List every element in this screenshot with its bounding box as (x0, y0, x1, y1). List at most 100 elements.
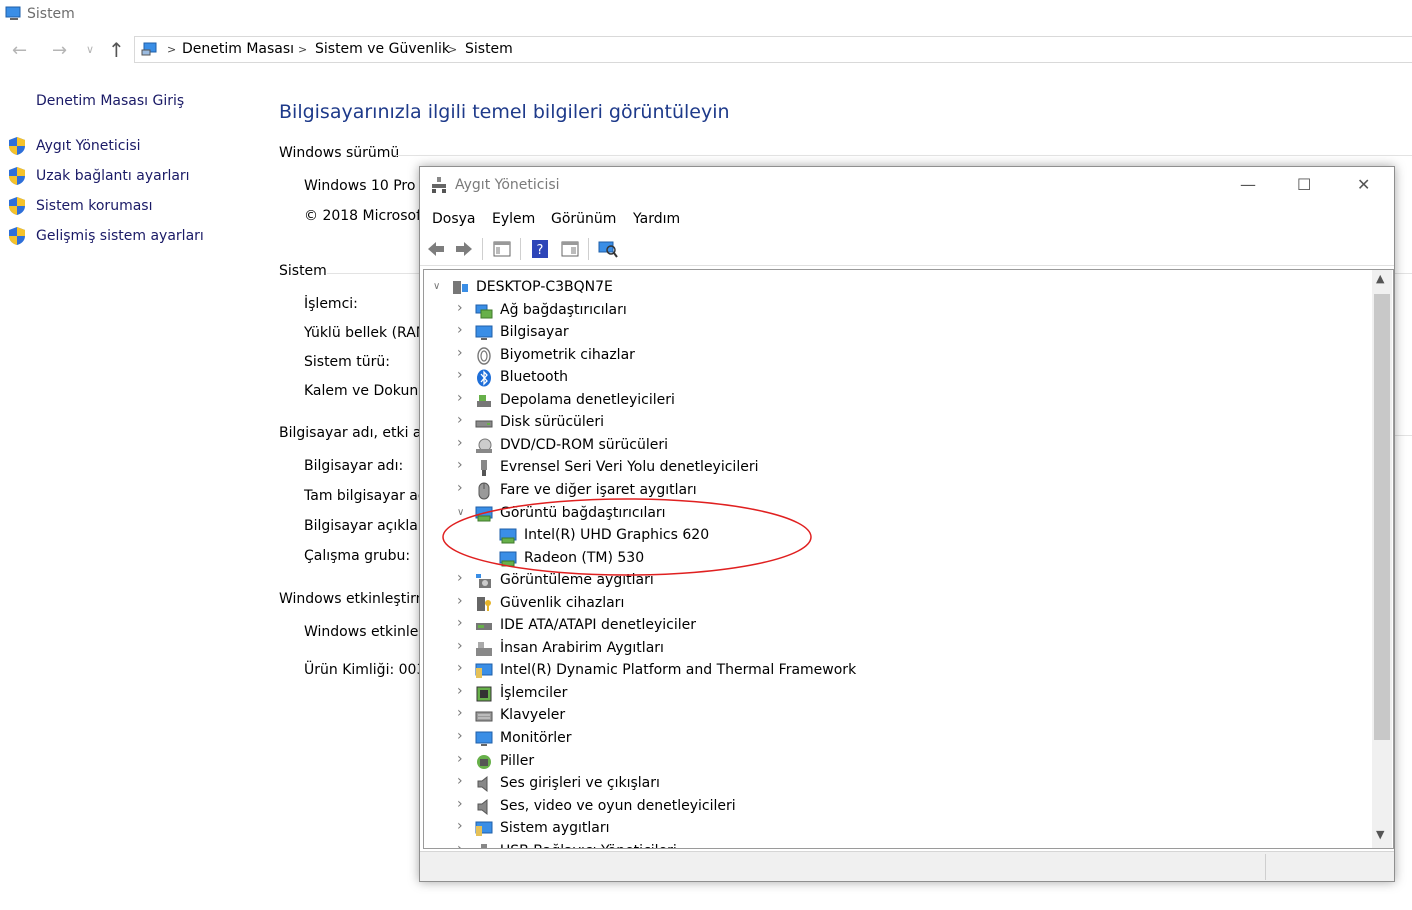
breadcrumb-system[interactable]: Sistem (465, 41, 513, 57)
tree-node-label: Ses girişleri ve çıkışları (500, 775, 660, 792)
close-icon[interactable]: ✕ (1357, 175, 1370, 194)
tree-category-node[interactable]: › Monitörler (424, 728, 1364, 750)
installed-ram-label: Yüklü bellek (RAM (304, 325, 428, 341)
scrollbar-thumb[interactable] (1374, 294, 1390, 740)
tree-root-node[interactable]: ∨ DESKTOP-C3BQN7E (424, 277, 1364, 299)
tree-node-label: Evrensel Seri Veri Yolu denetleyicileri (500, 459, 759, 476)
view-panel-icon[interactable] (560, 239, 580, 259)
expand-chevron-icon[interactable]: › (457, 300, 463, 316)
vertical-scrollbar[interactable]: ▲ ▼ (1372, 270, 1392, 848)
tree-node-label: Fare ve diğer işaret aygıtları (500, 481, 697, 498)
processor-icon (476, 686, 492, 702)
expand-chevron-icon[interactable]: › (457, 457, 463, 473)
expand-chevron-icon[interactable]: › (457, 818, 463, 834)
tree-category-node[interactable]: › Biyometrik cihazlar (424, 345, 1364, 367)
control-panel-home-link[interactable]: Denetim Masası Giriş (36, 93, 184, 109)
tree-category-node[interactable]: › Bilgisayar (424, 322, 1364, 344)
tree-category-node[interactable]: › Depolama denetleyicileri (424, 390, 1364, 412)
expand-chevron-icon[interactable]: › (457, 751, 463, 767)
expand-chevron-icon[interactable]: › (457, 615, 463, 631)
tree-category-node[interactable]: › Klavyeler (424, 705, 1364, 727)
forward-arrow-icon[interactable]: → (52, 40, 67, 61)
expand-chevron-icon[interactable]: › (457, 728, 463, 744)
expand-chevron-icon[interactable]: › (457, 412, 463, 428)
tree-category-node[interactable]: › Ses girişleri ve çıkışları (424, 773, 1364, 795)
tree-category-node[interactable]: › Sistem aygıtları (424, 818, 1364, 840)
svg-text:?: ? (537, 243, 544, 258)
expand-chevron-icon[interactable]: › (457, 593, 463, 609)
tree-category-node[interactable]: › İnsan Arabirim Aygıtları (424, 638, 1364, 660)
help-icon[interactable]: ? (530, 239, 550, 259)
expand-chevron-icon[interactable]: › (457, 773, 463, 789)
menu-file[interactable]: Dosya (432, 211, 476, 227)
expand-chevron-icon[interactable]: › (457, 435, 463, 451)
window-title: Sistem (27, 6, 75, 22)
recent-locations-chevron-icon[interactable]: ∨ (86, 43, 94, 56)
tree-category-node[interactable]: › Disk sürücüleri (424, 412, 1364, 434)
address-bar[interactable]: > Denetim Masası > Sistem ve Güvenlik > … (134, 36, 1412, 63)
copyright-text: © 2018 Microsoft (304, 208, 427, 224)
back-arrow-icon[interactable]: ← (12, 40, 27, 61)
breadcrumb-system-security[interactable]: Sistem ve Güvenlik (315, 41, 450, 57)
advanced-system-settings-link[interactable]: Gelişmiş sistem ayarları (36, 228, 204, 244)
tree-category-node[interactable]: › Intel(R) Dynamic Platform and Thermal F… (424, 660, 1364, 682)
device-manager-link[interactable]: Aygıt Yöneticisi (36, 138, 141, 154)
disk-icon (475, 420, 493, 428)
remote-settings-link[interactable]: Uzak bağlantı ayarları (36, 168, 190, 184)
uac-shield-icon (9, 197, 25, 215)
folder-monitor-icon (475, 821, 493, 837)
expand-chevron-icon[interactable]: › (457, 683, 463, 699)
expand-chevron-icon[interactable]: › (457, 390, 463, 406)
tree-node-label: DESKTOP-C3BQN7E (476, 279, 613, 295)
up-arrow-icon[interactable]: ↑ (108, 38, 125, 62)
expand-chevron-icon[interactable]: › (457, 796, 463, 812)
expand-chevron-icon[interactable]: › (457, 322, 463, 338)
breadcrumb-separator-icon: > (167, 43, 177, 56)
system-type-label: Sistem türü: (304, 354, 390, 370)
tree-category-node[interactable]: › Ses, video ve oyun denetleyicileri (424, 796, 1364, 818)
tree-category-node[interactable]: › Ağ bağdaştırıcıları (424, 300, 1364, 322)
tree-node-label: Intel(R) Dynamic Platform and Thermal Fr… (500, 662, 857, 679)
breadcrumb-separator-icon: > (298, 43, 308, 56)
scroll-down-icon[interactable]: ▼ (1376, 828, 1384, 841)
highlight-ellipse (442, 498, 812, 576)
tree-node-label: Depolama denetleyicileri (500, 391, 675, 408)
toolbar-separator (588, 238, 589, 260)
maximize-icon[interactable]: ☐ (1297, 175, 1311, 194)
system-protection-link[interactable]: Sistem koruması (36, 198, 152, 214)
expand-chevron-icon[interactable]: › (457, 705, 463, 721)
ide-icon (476, 623, 492, 631)
scan-hardware-icon[interactable] (598, 239, 618, 259)
expand-chevron-icon[interactable]: › (457, 345, 463, 361)
properties-panel-icon[interactable] (492, 239, 512, 259)
menu-help[interactable]: Yardım (633, 211, 680, 227)
forward-arrow-icon[interactable] (454, 239, 474, 259)
expand-chevron-icon[interactable]: › (457, 660, 463, 676)
menu-action[interactable]: Eylem (492, 211, 535, 227)
tree-node-label: Disk sürücüleri (500, 414, 605, 431)
tree-category-node[interactable]: › USB Bağlayıcı Yöneticileri (424, 841, 1364, 848)
back-arrow-icon[interactable] (426, 239, 446, 259)
expand-chevron-icon[interactable]: › (457, 480, 463, 496)
tree-category-node[interactable]: › Güvenlik cihazları (424, 593, 1364, 615)
minimize-icon[interactable]: — (1240, 175, 1256, 194)
tree-category-node[interactable]: › IDE ATA/ATAPI denetleyiciler (424, 615, 1364, 637)
processor-label: İşlemci: (304, 296, 358, 312)
tree-category-node[interactable]: › Evrensel Seri Veri Yolu denetleyicileri (424, 457, 1364, 479)
toolbar-separator (482, 238, 483, 260)
tree-category-node[interactable]: › DVD/CD-ROM sürücüleri (424, 435, 1364, 457)
scroll-up-icon[interactable]: ▲ (1376, 272, 1384, 285)
expand-chevron-icon[interactable]: › (457, 638, 463, 654)
tree-category-node[interactable]: › Bluetooth (424, 367, 1364, 389)
menu-view[interactable]: Görünüm (551, 211, 616, 227)
collapse-chevron-icon[interactable]: ∨ (433, 281, 440, 292)
section-system: Sistem (279, 263, 327, 279)
tree-category-node[interactable]: › İşlemciler (424, 683, 1364, 705)
breadcrumb-control-panel[interactable]: Denetim Masası (182, 41, 294, 57)
tree-category-node[interactable]: › Piller (424, 751, 1364, 773)
page-title: Bilgisayarınızla ilgili temel bilgileri … (279, 101, 730, 123)
expand-chevron-icon[interactable]: › (457, 841, 463, 848)
tree-node-label: İnsan Arabirim Aygıtları (500, 639, 664, 656)
tree-node-label: Monitörler (500, 730, 572, 746)
expand-chevron-icon[interactable]: › (457, 367, 463, 383)
